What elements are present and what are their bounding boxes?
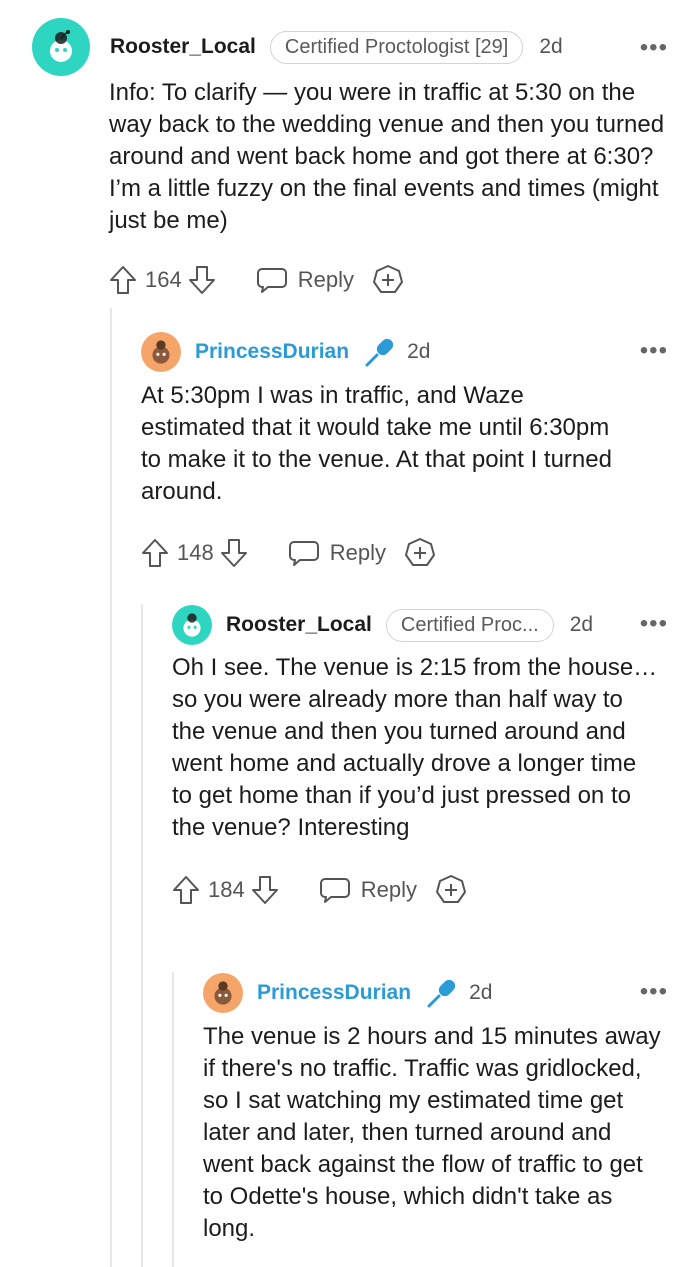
snoo-avatar-icon <box>183 613 201 637</box>
reply-bubble-icon <box>256 268 287 293</box>
thread-line-level-3 <box>172 972 174 1267</box>
reply-button[interactable]: Reply <box>288 539 386 567</box>
downvote-arrow-icon[interactable] <box>251 875 279 905</box>
vote-count: 164 <box>145 267 182 292</box>
comment-rooster-local-1: Rooster_Local Certified Proctologist [29… <box>32 18 668 300</box>
username[interactable]: Rooster_Local <box>110 35 256 59</box>
reply-bubble-icon <box>319 878 350 903</box>
snoo-avatar-icon <box>152 340 170 364</box>
award-plus-icon[interactable] <box>404 537 436 569</box>
avatar[interactable] <box>32 18 90 76</box>
more-options-icon[interactable]: ••• <box>640 36 668 60</box>
comment-body: The venue is 2 hours and 15 minutes away… <box>203 1023 661 1242</box>
comment-header: PrincessDurian 2d <box>141 327 668 377</box>
snoo-avatar-icon <box>50 30 72 62</box>
reply-label: Reply <box>360 877 417 902</box>
snoo-avatar-icon <box>214 981 232 1005</box>
comment-age: 2d <box>539 35 563 58</box>
vote-count: 184 <box>208 877 245 902</box>
username[interactable]: Rooster_Local <box>226 613 372 637</box>
comment-header: PrincessDurian 2d <box>203 968 668 1018</box>
reply-label: Reply <box>297 267 354 292</box>
username[interactable]: PrincessDurian <box>195 340 349 364</box>
upvote-arrow-icon[interactable] <box>109 265 137 295</box>
user-flair: Certified Proctologist [29] <box>269 30 524 64</box>
vote-count: 148 <box>177 540 214 565</box>
microphone-icon <box>363 335 397 369</box>
more-options-icon[interactable]: ••• <box>640 339 668 363</box>
thread-line-level-2 <box>141 604 143 1267</box>
reply-bubble-icon <box>288 541 319 566</box>
avatar[interactable] <box>203 973 243 1013</box>
downvote-arrow-icon[interactable] <box>188 265 216 295</box>
downvote-arrow-icon[interactable] <box>220 538 248 568</box>
comment-actions: 164 Reply <box>109 260 668 300</box>
upvote-arrow-icon[interactable] <box>172 875 200 905</box>
comment-header: Rooster_Local Certified Proctologist [29… <box>32 18 668 76</box>
microphone-icon <box>425 976 459 1010</box>
more-options-icon[interactable]: ••• <box>640 980 668 1004</box>
comment-body: Oh I see. The venue is 2:15 from the hou… <box>172 654 658 841</box>
award-plus-icon[interactable] <box>372 264 404 296</box>
comment-header: Rooster_Local Certified Proc... 2d <box>172 600 668 650</box>
avatar[interactable] <box>172 605 212 645</box>
thread-line-level-1 <box>110 308 112 1267</box>
comment-actions: 184 Reply <box>172 870 668 910</box>
comment-body: At 5:30pm I was in traffic, and Waze est… <box>141 382 612 505</box>
comment-rooster-local-2: Rooster_Local Certified Proc... 2d ••• O… <box>172 600 668 910</box>
comment-age: 2d <box>407 340 431 363</box>
username[interactable]: PrincessDurian <box>257 981 411 1005</box>
more-options-icon[interactable]: ••• <box>640 612 668 636</box>
comment-princess-durian-1: PrincessDurian 2d ••• At 5:30pm I was in… <box>141 327 668 573</box>
reply-label: Reply <box>329 540 386 565</box>
comment-age: 2d <box>569 613 594 636</box>
comment-princess-durian-2: PrincessDurian 2d ••• The venue is 2 hou… <box>203 968 668 1245</box>
comment-actions: 148 Reply <box>141 533 668 573</box>
reply-button[interactable]: Reply <box>256 266 354 294</box>
comment-age: 2d <box>469 981 493 1004</box>
avatar[interactable] <box>141 332 181 372</box>
user-flair: Certified Proc... <box>385 608 554 642</box>
comment-body: Info: To clarify — you were in traffic a… <box>109 79 665 234</box>
upvote-arrow-icon[interactable] <box>141 538 169 568</box>
reply-button[interactable]: Reply <box>319 876 417 904</box>
award-plus-icon[interactable] <box>435 874 467 906</box>
